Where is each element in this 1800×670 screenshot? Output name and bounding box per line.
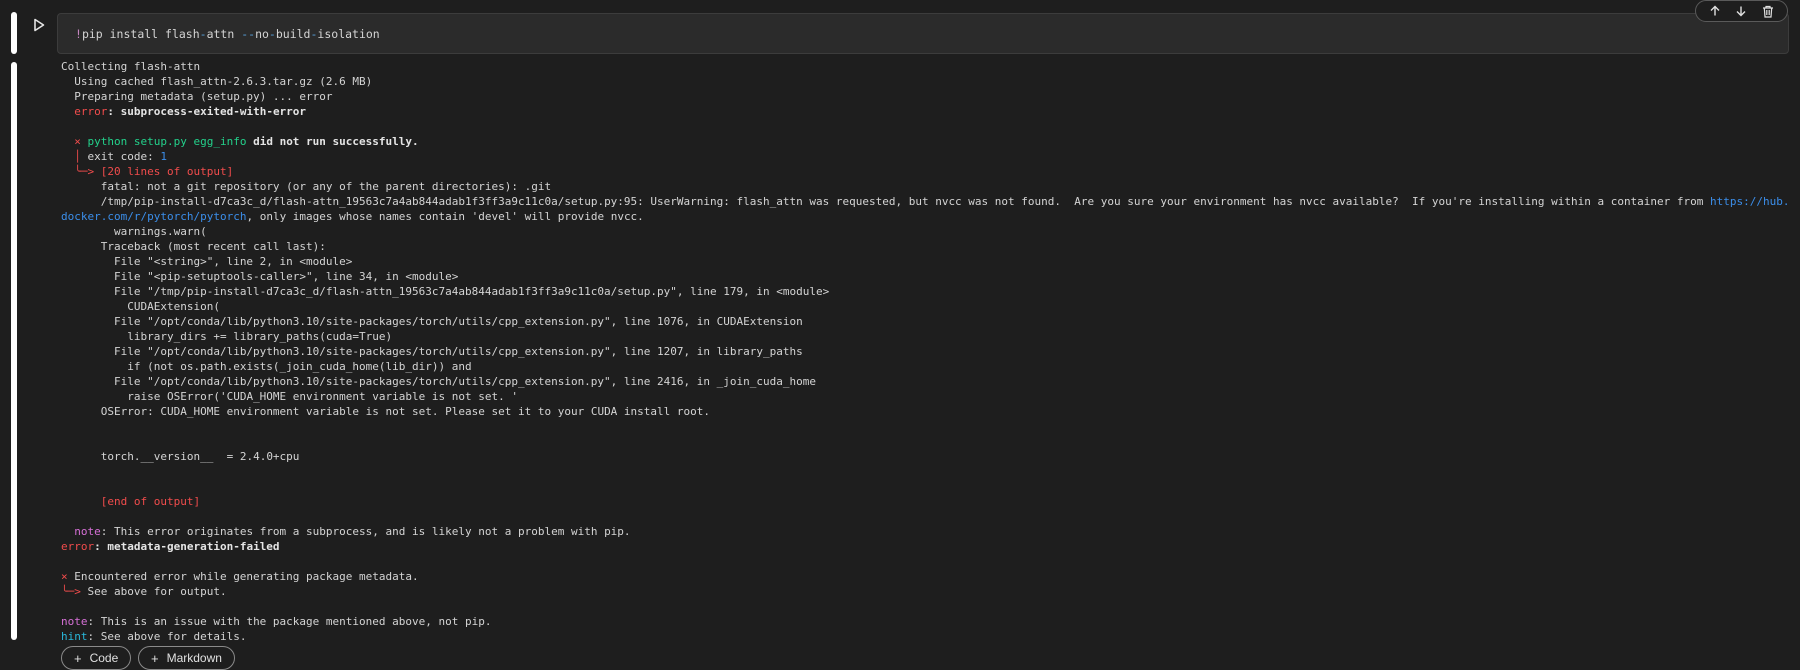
output-line: Traceback (most recent call last): <box>61 240 326 253</box>
code-token: -- <box>241 27 256 41</box>
error-mark: × <box>74 135 81 148</box>
arrow-down-icon <box>1736 6 1746 17</box>
output-line: OSError: CUDA_HOME environment variable … <box>61 405 711 418</box>
docker-hub-link[interactable]: orch/pytorch <box>167 210 246 223</box>
move-down-button[interactable] <box>1732 2 1750 20</box>
output-line: × python setup.py egg_info did not run s… <box>61 134 1791 149</box>
output-text: See above for output. <box>80 585 227 598</box>
output-line: if (not os.path.exists(_join_cuda_home(l… <box>61 360 472 373</box>
note-label: note <box>74 525 101 538</box>
output-line: Collecting flash-attn <box>61 60 201 73</box>
output-line: × Encountered error while generating pac… <box>61 569 1791 584</box>
code-line: !pip install flash-attn --no-build-isola… <box>75 27 380 41</box>
output-bar: │ <box>74 150 81 163</box>
plus-icon: + <box>151 650 159 666</box>
error-label: error <box>61 540 95 553</box>
add-code-cell-button[interactable]: + Code <box>61 646 132 670</box>
output-command: python setup.py egg_info <box>80 135 247 148</box>
note-label: note <box>61 615 88 628</box>
output-line: File "/tmp/pip-install-d7ca3c_d/flash-at… <box>61 285 830 298</box>
code-token: isolation <box>317 27 380 41</box>
error-label: error <box>74 105 108 118</box>
output-line: /tmp/pip-install-d7ca3c_d/flash-attn_195… <box>61 194 1791 224</box>
output-line: File "<pip-setuptools-caller>", line 34,… <box>61 270 459 283</box>
output-text: : This is an issue with the package ment… <box>87 615 492 628</box>
output-line: CUDAExtension( <box>61 300 220 313</box>
output-line: library_dirs += library_paths(cuda=True) <box>61 330 393 343</box>
code-editor[interactable]: !pip install flash-attn --no-build-isola… <box>57 13 1789 54</box>
output-text: /tmp/pip-install-d7ca3c_d/flash-attn_195… <box>61 195 1711 208</box>
output-line: File "/opt/conda/lib/python3.10/site-pac… <box>61 315 803 328</box>
output-text: : subprocess-exited-with-error <box>107 105 307 118</box>
trash-icon <box>1762 5 1773 18</box>
code-token: build <box>275 27 311 41</box>
output-text: exit code: <box>80 150 161 163</box>
cell-focus-bar <box>11 12 17 54</box>
output-line: hint: See above for details. <box>61 629 1791 644</box>
output-line: note: This is an issue with the package … <box>61 614 1791 629</box>
output-line: note: This error originates from a subpr… <box>61 524 1791 539</box>
code-token: - <box>268 27 276 41</box>
code-token: attn <box>206 27 242 41</box>
output-focus-bar <box>11 62 17 640</box>
output-text: , only images whose names contain 'devel… <box>246 210 644 223</box>
run-cell-button[interactable] <box>30 16 48 34</box>
move-up-button[interactable] <box>1706 2 1724 20</box>
output-text: : This error originates from a subproces… <box>100 525 631 538</box>
exit-code-value: 1 <box>160 150 167 163</box>
add-code-label: Code <box>89 651 119 665</box>
add-markdown-cell-button[interactable]: + Markdown <box>138 646 235 670</box>
output-line: File "/opt/conda/lib/python3.10/site-pac… <box>61 345 803 358</box>
output-text: Encountered error while generating packa… <box>67 570 419 583</box>
output-text: ╰─> [20 lines of output] <box>74 165 234 178</box>
output-arrow: ╰─> <box>61 585 81 598</box>
output-line: Using cached flash_attn-2.6.3.tar.gz (2.… <box>61 75 373 88</box>
output-line: [end of output] <box>61 495 201 508</box>
code-token: ! <box>75 27 82 41</box>
output-line: File "<string>", line 2, in <module> <box>61 255 353 268</box>
output-line: warnings.warn( <box>61 225 207 238</box>
add-markdown-label: Markdown <box>166 651 222 665</box>
output-line: raise OSError('CUDA_HOME environment var… <box>61 390 518 403</box>
cell-toolbar <box>1695 0 1788 22</box>
output-line: ╰─> [20 lines of output] <box>61 164 1791 179</box>
delete-cell-button[interactable] <box>1759 2 1777 20</box>
output-line: fatal: not a git repository (or any of t… <box>61 180 552 193</box>
output-line: torch.__version__ = 2.4.0+cpu <box>61 450 300 463</box>
output-text: : metadata-generation-failed <box>94 540 280 553</box>
output-text: : See above for details. <box>87 630 247 643</box>
output-text: did not run successfully. <box>246 135 419 148</box>
play-icon <box>34 18 45 32</box>
cell-output: Collecting flash-attn Using cached flash… <box>61 59 1791 644</box>
output-line: │ exit code: 1 <box>61 149 1791 164</box>
hint-label: hint <box>61 630 88 643</box>
output-line: File "/opt/conda/lib/python3.10/site-pac… <box>61 375 816 388</box>
error-mark: × <box>61 570 68 583</box>
output-line: error: subprocess-exited-with-error <box>61 104 1791 119</box>
plus-icon: + <box>74 650 82 666</box>
code-token: no <box>255 27 269 41</box>
code-token: pip install flash <box>81 27 200 41</box>
output-line: ╰─> See above for output. <box>61 584 1791 599</box>
code-token: - <box>199 27 207 41</box>
output-line: error: metadata-generation-failed <box>61 539 1791 554</box>
arrow-up-icon <box>1710 5 1720 16</box>
output-line: Preparing metadata (setup.py) ... error <box>61 90 333 103</box>
